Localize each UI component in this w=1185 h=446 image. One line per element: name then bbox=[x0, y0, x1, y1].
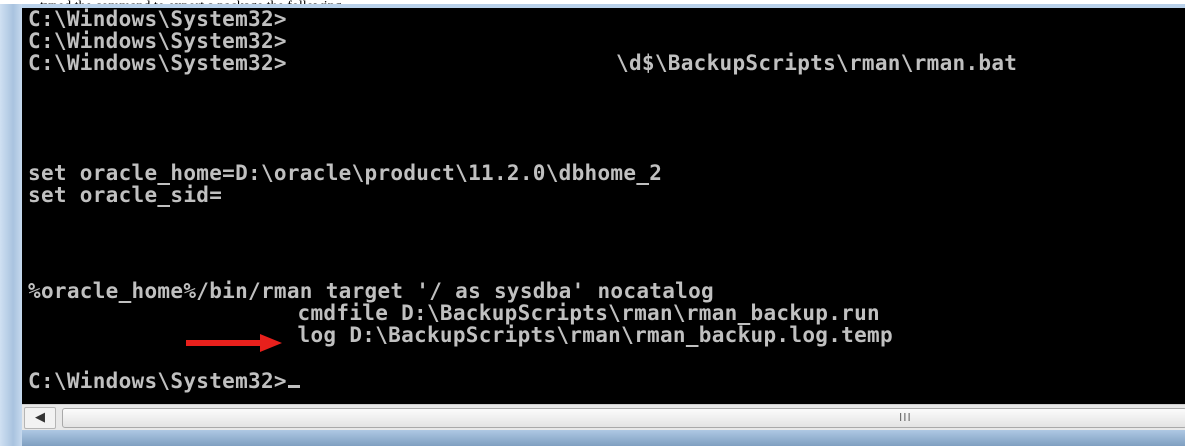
console-prompt-line[interactable]: C:\Windows\System32> bbox=[28, 370, 300, 392]
console-line: log D:\BackupScripts\rman\rman_backup.lo… bbox=[194, 323, 893, 347]
window-bottom-frame bbox=[22, 430, 1185, 446]
scrollbar-grip-icon: III bbox=[899, 411, 912, 424]
console-line: C:\Windows\System32> bbox=[28, 8, 287, 31]
console-line: \d$\BackupScripts\rman\rman.bat bbox=[616, 51, 1018, 75]
console-output[interactable]: C:\Windows\System32> C:\Windows\System32… bbox=[22, 8, 1185, 404]
text-cursor bbox=[287, 385, 300, 388]
console-line: set oracle_sid= bbox=[28, 183, 223, 207]
command-prompt-window: C:\Windows\System32> C:\Windows\System32… bbox=[0, 4, 1185, 446]
horizontal-scrollbar[interactable]: ◀ III bbox=[22, 404, 1185, 431]
chevron-left-icon: ◀ bbox=[35, 410, 45, 425]
console-line: set oracle_home=D:\oracle\product\11.2.0… bbox=[28, 161, 663, 185]
scroll-left-button[interactable]: ◀ bbox=[24, 407, 56, 429]
console-line: cmdfile D:\BackupScripts\rman\rman_backu… bbox=[194, 301, 880, 325]
window-left-frame bbox=[0, 4, 22, 446]
console-line: C:\Windows\System32> bbox=[28, 29, 287, 53]
scrollbar-thumb[interactable]: III bbox=[62, 408, 1185, 428]
console-line: %oracle_home%/bin/rman target '/ as sysd… bbox=[28, 279, 714, 303]
red-arrow-icon bbox=[186, 334, 282, 352]
prompt-text: C:\Windows\System32> bbox=[28, 369, 287, 393]
console-line: C:\Windows\System32> bbox=[28, 51, 287, 75]
